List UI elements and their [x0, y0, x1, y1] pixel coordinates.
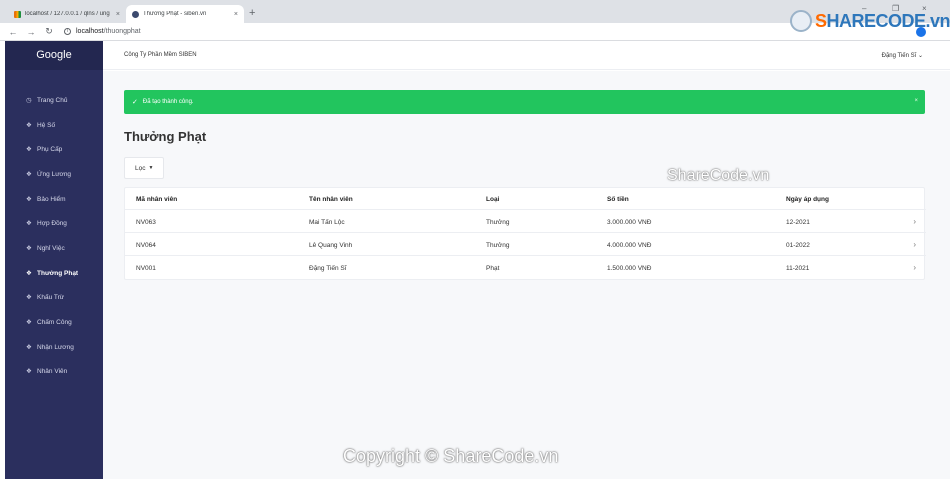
tab-title: localhost / 127.0.0.1 / qlns / ung — [25, 11, 110, 17]
column-header: Ngày áp dụng — [786, 196, 829, 203]
sidebar-item-cham-cong[interactable]: ❖ Chấm Công — [5, 310, 103, 335]
alert-message: Đã tạo thành công. — [142, 99, 194, 105]
tab-close-icon[interactable]: × — [116, 11, 120, 18]
table-header-row: Mã nhân viên Tên nhân viên Loại Số tiền … — [125, 188, 926, 210]
table-row[interactable]: NV063 Mai Tấn Lộc Thưởng 3.000.000 VNĐ 1… — [125, 211, 926, 233]
users-icon: ❖ — [26, 195, 32, 203]
alert-close-button[interactable]: × — [914, 98, 918, 104]
chevron-right-icon[interactable]: › — [913, 217, 916, 226]
chevron-right-icon[interactable]: › — [913, 263, 916, 272]
back-arrow-icon[interactable]: ← — [8, 27, 18, 37]
user-menu[interactable]: Đặng Tiến Sĩ ⌄ — [882, 52, 923, 59]
clock-icon: ◷ — [26, 96, 32, 104]
users-icon: ❖ — [26, 170, 32, 178]
caret-down-icon: ▼ — [148, 165, 154, 171]
users-icon: ❖ — [26, 368, 32, 376]
sidebar: Google ◷ Trang Chủ ❖ Hệ Số ❖ Phụ Cấp ❖ Ứng L… — [5, 41, 103, 479]
top-header: Công Ty Phần Mềm SIBEN Đặng Tiến Sĩ ⌄ — [103, 41, 950, 70]
sidebar-item-hop-dong[interactable]: ❖ Hợp Đồng — [5, 211, 103, 236]
sidebar-item-nhan-vien[interactable]: ❖ Nhân Viên — [5, 360, 103, 385]
column-header: Số tiền — [607, 196, 629, 203]
tab-close-icon[interactable]: × — [234, 11, 238, 18]
users-icon: ❖ — [26, 343, 32, 351]
bonus-penalty-table: Mã nhân viên Tên nhân viên Loại Số tiền … — [124, 187, 926, 280]
reload-icon[interactable]: ↻ — [44, 26, 54, 37]
table-row[interactable]: NV001 Đặng Tiến Sĩ Phạt 1.500.000 VNĐ 11… — [125, 257, 926, 279]
new-tab-button[interactable]: + — [249, 7, 255, 19]
forward-arrow-icon[interactable]: → — [26, 27, 36, 37]
siben-favicon-icon — [132, 10, 139, 18]
table-row[interactable]: NV064 Lê Quang Vinh Thưởng 4.000.000 VNĐ… — [125, 234, 926, 256]
chevron-down-icon: ⌄ — [917, 53, 923, 59]
users-icon: ❖ — [26, 220, 32, 228]
users-icon: ❖ — [26, 146, 32, 154]
filter-dropdown[interactable]: Lọc ▼ — [124, 157, 164, 179]
sidebar-item-ung-luong[interactable]: ❖ Ứng Lương — [5, 162, 103, 187]
sharecode-badge-icon — [790, 10, 812, 32]
site-info-icon[interactable]: i — [64, 28, 71, 35]
tab-title: Thưởng Phạt - siben.vn — [143, 11, 207, 17]
sidebar-item-he-so[interactable]: ❖ Hệ Số — [5, 113, 103, 138]
url-field[interactable]: localhost/thuongphat — [76, 28, 141, 35]
users-icon: ❖ — [26, 319, 32, 327]
sidebar-item-phu-cap[interactable]: ❖ Phụ Cấp — [5, 137, 103, 162]
chevron-right-icon[interactable]: › — [913, 240, 916, 249]
watermark-text: ShareCode.vn — [667, 167, 770, 184]
main-content: ✓ Đã tạo thành công. × Thưởng Phạt Lọc ▼ … — [103, 71, 950, 479]
users-icon: ❖ — [26, 244, 32, 252]
sidebar-item-nhan-luong[interactable]: ❖ Nhận Lương — [5, 335, 103, 360]
page-title: Thưởng Phạt — [124, 129, 207, 144]
sidebar-item-thuong-phat[interactable]: ❖ Thưởng Phạt — [5, 261, 103, 286]
users-icon: ❖ — [26, 121, 32, 129]
company-name: Công Ty Phần Mềm SIBEN — [124, 52, 197, 58]
sidebar-item-nghi-viec[interactable]: ❖ Nghỉ Việc — [5, 236, 103, 261]
copyright-watermark: Copyright © ShareCode.vn — [343, 446, 559, 466]
sidebar-item-trang-chu[interactable]: ◷ Trang Chủ — [5, 88, 103, 113]
column-header: Tên nhân viên — [309, 196, 353, 203]
sidebar-item-khau-tru[interactable]: ❖ Khấu Trừ — [5, 286, 103, 311]
browser-tab-thuongphat[interactable]: Thưởng Phạt - siben.vn × — [126, 5, 244, 23]
sidebar-brand[interactable]: Google — [5, 41, 103, 70]
column-header: Mã nhân viên — [136, 196, 178, 203]
sidebar-item-bao-hiem[interactable]: ❖ Bảo Hiểm — [5, 187, 103, 212]
users-icon: ❖ — [26, 294, 32, 302]
sharecode-logo: SHARECODE.vn — [790, 10, 950, 32]
users-icon: ❖ — [26, 269, 32, 277]
sidebar-menu: ◷ Trang Chủ ❖ Hệ Số ❖ Phụ Cấp ❖ Ứng Lương ❖ B… — [5, 88, 103, 384]
success-alert: ✓ Đã tạo thành công. × — [124, 90, 925, 114]
browser-tab-phpmyadmin[interactable]: localhost / 127.0.0.1 / qlns / ung × — [8, 5, 126, 23]
column-header: Loại — [486, 196, 500, 203]
check-icon: ✓ — [132, 99, 138, 106]
phpmyadmin-favicon-icon — [14, 10, 21, 18]
